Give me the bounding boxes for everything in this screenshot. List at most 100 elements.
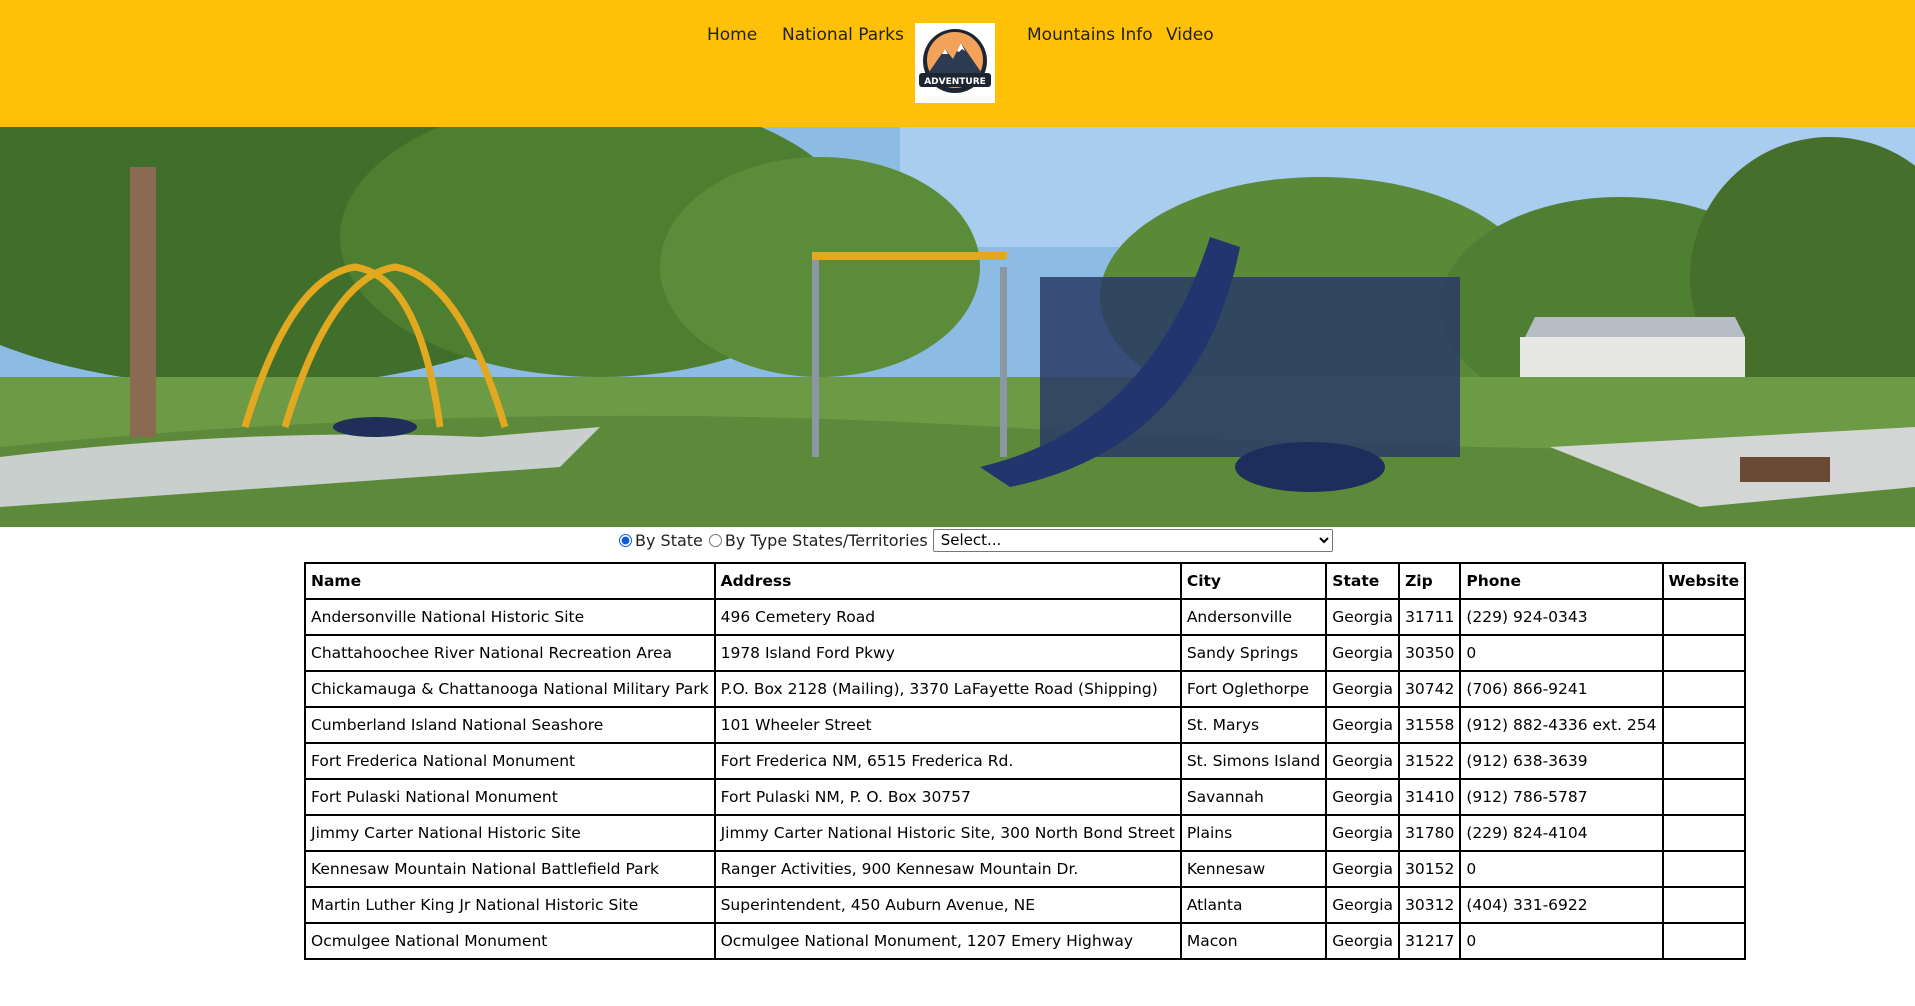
- cell-zip: 30312: [1398, 886, 1462, 924]
- cell-city: Macon: [1179, 922, 1328, 960]
- cell-phone: 0: [1459, 922, 1664, 960]
- cell-zip: 31711: [1398, 598, 1462, 636]
- cell-phone: (706) 866-9241: [1459, 670, 1664, 708]
- cell-city: Fort Oglethorpe: [1179, 670, 1328, 708]
- header-address: Address: [713, 562, 1182, 600]
- header-name: Name: [304, 562, 716, 600]
- cell-name: Andersonville National Historic Site: [304, 598, 716, 636]
- cell-phone: (229) 824-4104: [1459, 814, 1664, 852]
- cell-state: Georgia: [1325, 778, 1401, 816]
- cell-address: Ocmulgee National Monument, 1207 Emery H…: [713, 922, 1182, 960]
- states-territories-label: States/Territories: [792, 530, 928, 550]
- cell-website: [1661, 634, 1747, 672]
- table-header-row: Name Address City State Zip Phone Websit…: [304, 562, 1747, 600]
- cell-zip: 31558: [1398, 706, 1462, 744]
- cell-state: Georgia: [1325, 670, 1401, 708]
- cell-zip: 31522: [1398, 742, 1462, 780]
- header-state: State: [1325, 562, 1401, 600]
- cell-city: Kennesaw: [1179, 850, 1328, 888]
- by-state-label[interactable]: By State: [635, 531, 703, 550]
- header-website: Website: [1661, 562, 1747, 600]
- cell-city: Atlanta: [1179, 886, 1328, 924]
- cell-address: 101 Wheeler Street: [713, 706, 1182, 744]
- cell-address: Ranger Activities, 900 Kennesaw Mountain…: [713, 850, 1182, 888]
- cell-address: Fort Pulaski NM, P. O. Box 30757: [713, 778, 1182, 816]
- mountain-logo-icon: ADVENTURE: [919, 29, 991, 93]
- cell-website: [1661, 670, 1747, 708]
- cell-address: P.O. Box 2128 (Mailing), 3370 LaFayette …: [713, 670, 1182, 708]
- adventure-logo[interactable]: ADVENTURE: [915, 23, 995, 103]
- cell-name: Ocmulgee National Monument: [304, 922, 716, 960]
- cell-zip: 31410: [1398, 778, 1462, 816]
- by-type-radio[interactable]: [708, 533, 722, 547]
- cell-name: Kennesaw Mountain National Battlefield P…: [304, 850, 716, 888]
- header-city: City: [1179, 562, 1328, 600]
- cell-name: Chattahoochee River National Recreation …: [304, 634, 716, 672]
- cell-state: Georgia: [1325, 922, 1401, 960]
- cell-name: Fort Pulaski National Monument: [304, 778, 716, 816]
- cell-name: Chickamauga & Chattanooga National Milit…: [304, 670, 716, 708]
- table-row: Jimmy Carter National Historic Site Jimm…: [304, 814, 1747, 852]
- cell-name: Martin Luther King Jr National Historic …: [304, 886, 716, 924]
- cell-name: Cumberland Island National Seashore: [304, 706, 716, 744]
- cell-website: [1661, 598, 1747, 636]
- nav-national-parks-link[interactable]: National Parks: [782, 24, 904, 46]
- cell-zip: 31780: [1398, 814, 1462, 852]
- table-row: Fort Frederica National Monument Fort Fr…: [304, 742, 1747, 780]
- header-zip: Zip: [1398, 562, 1462, 600]
- cell-phone: (912) 882-4336 ext. 254: [1459, 706, 1664, 744]
- table-row: Chickamauga & Chattanooga National Milit…: [304, 670, 1747, 708]
- header-phone: Phone: [1459, 562, 1664, 600]
- cell-city: Savannah: [1179, 778, 1328, 816]
- cell-city: St. Simons Island: [1179, 742, 1328, 780]
- cell-zip: 30152: [1398, 850, 1462, 888]
- cell-website: [1661, 850, 1747, 888]
- cell-phone: 0: [1459, 850, 1664, 888]
- hero-playground-image: [0, 127, 1915, 527]
- cell-state: Georgia: [1325, 886, 1401, 924]
- table-row: Cumberland Island National Seashore 101 …: [304, 706, 1747, 744]
- cell-city: Andersonville: [1179, 598, 1328, 636]
- logo-wordmark: ADVENTURE: [924, 77, 986, 87]
- cell-city: Plains: [1179, 814, 1328, 852]
- table-row: Andersonville National Historic Site 496…: [304, 598, 1747, 636]
- cell-state: Georgia: [1325, 742, 1401, 780]
- top-navigation-bar: Home National Parks ADVENTURE Mountains …: [0, 0, 1915, 127]
- cell-website: [1661, 742, 1747, 780]
- table-row: Ocmulgee National Monument Ocmulgee Nati…: [304, 922, 1747, 960]
- cell-address: 1978 Island Ford Pkwy: [713, 634, 1182, 672]
- cell-phone: (229) 924-0343: [1459, 598, 1664, 636]
- cell-address: Fort Frederica NM, 6515 Frederica Rd.: [713, 742, 1182, 780]
- cell-zip: 30350: [1398, 634, 1462, 672]
- cell-address: Superintendent, 450 Auburn Avenue, NE: [713, 886, 1182, 924]
- cell-phone: (912) 786-5787: [1459, 778, 1664, 816]
- cell-address: Jimmy Carter National Historic Site, 300…: [713, 814, 1182, 852]
- table-row: Fort Pulaski National Monument Fort Pula…: [304, 778, 1747, 816]
- cell-state: Georgia: [1325, 706, 1401, 744]
- nav-home-link[interactable]: Home: [707, 24, 757, 46]
- cell-zip: 30742: [1398, 670, 1462, 708]
- state-select-dropdown[interactable]: Select...: [932, 528, 1333, 552]
- playground-picture: [0, 127, 1915, 527]
- cell-state: Georgia: [1325, 850, 1401, 888]
- table-row: Chattahoochee River National Recreation …: [304, 634, 1747, 672]
- cell-zip: 31217: [1398, 922, 1462, 960]
- cell-website: [1661, 886, 1747, 924]
- cell-city: Sandy Springs: [1179, 634, 1328, 672]
- nav-video-link[interactable]: Video: [1166, 24, 1214, 46]
- by-state-radio[interactable]: [619, 533, 632, 547]
- cell-city: St. Marys: [1179, 706, 1328, 744]
- by-type-label[interactable]: By Type: [725, 531, 787, 550]
- cell-phone: 0: [1459, 634, 1664, 672]
- filter-controls: By State By Type States/Territories Sele…: [617, 528, 1333, 552]
- nav-mountains-info-link[interactable]: Mountains Info: [1027, 24, 1153, 46]
- cell-name: Fort Frederica National Monument: [304, 742, 716, 780]
- cell-website: [1661, 922, 1747, 960]
- cell-phone: (404) 331-6922: [1459, 886, 1664, 924]
- parks-table: Name Address City State Zip Phone Websit…: [304, 562, 1747, 960]
- cell-website: [1661, 778, 1747, 816]
- cell-website: [1661, 706, 1747, 744]
- cell-website: [1661, 814, 1747, 852]
- cell-name: Jimmy Carter National Historic Site: [304, 814, 716, 852]
- cell-phone: (912) 638-3639: [1459, 742, 1664, 780]
